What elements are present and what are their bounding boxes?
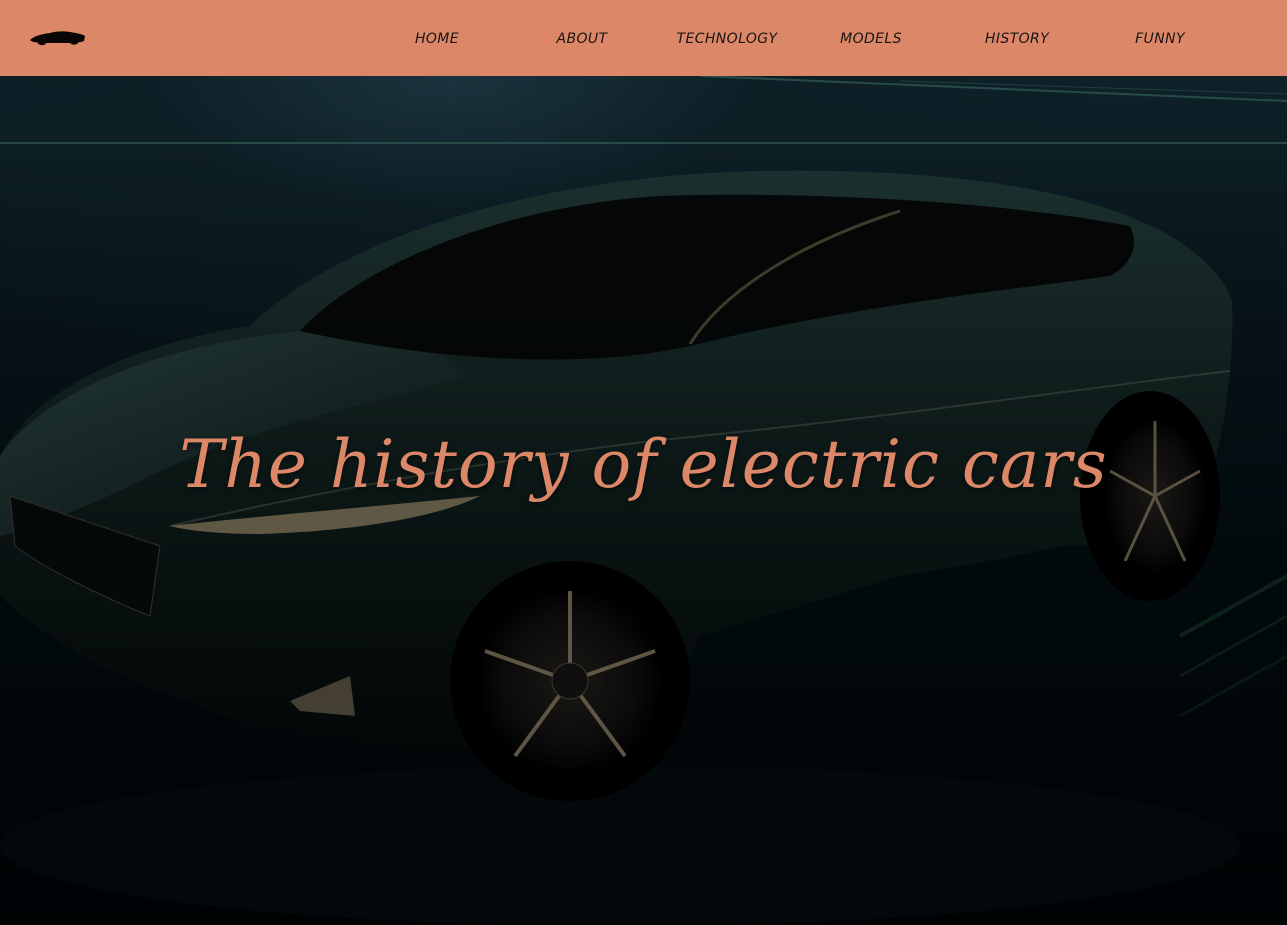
hero-title: The history of electric cars (179, 426, 1108, 503)
nav-home[interactable]: HOME (398, 30, 476, 48)
nav-funny[interactable]: FUNNY (1120, 30, 1200, 48)
hero-banner: The history of electric cars (0, 76, 1287, 925)
car-logo-icon[interactable] (28, 26, 88, 48)
nav-history[interactable]: HISTORY (972, 30, 1062, 48)
nav-about[interactable]: ABOUT (543, 30, 621, 48)
top-navbar: HOME ABOUT TECHNOLOGY MODELS HISTORY FUN… (0, 0, 1287, 76)
nav-technology[interactable]: TECHNOLOGY (667, 30, 787, 48)
nav-models[interactable]: MODELS (826, 30, 916, 48)
